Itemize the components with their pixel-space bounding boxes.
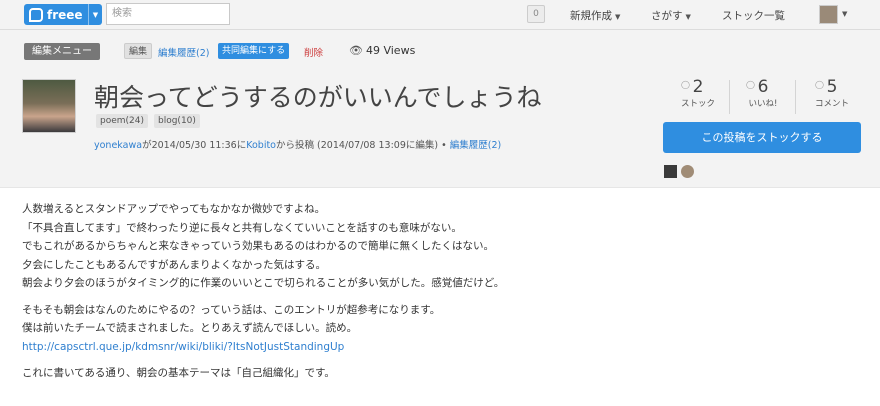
divider — [729, 80, 730, 114]
comment-icon: ◯ — [815, 80, 824, 89]
meta-history-link[interactable]: 編集履歴(2) — [450, 140, 501, 151]
edit-menu-label: 編集メニュー — [24, 43, 100, 60]
chevron-down-icon: ▼ — [685, 13, 691, 21]
stocker-avatar[interactable] — [664, 165, 677, 178]
edit-history-link[interactable]: 編集履歴(2) — [158, 45, 209, 59]
stock-post-button[interactable]: この投稿をストックする — [663, 122, 861, 153]
nav-stock-list-label: ストック一覧 — [722, 10, 785, 22]
posted-text: が2014/05/30 11:36に — [142, 140, 247, 151]
post-title: 朝会ってどうするのがいいんでしょうね — [94, 83, 542, 112]
chevron-down-icon[interactable]: ▼ — [842, 10, 847, 18]
body-line: 「不具合直してます」で終わったり逆に長々と共有しなくていいことを話すのも意味がな… — [22, 221, 462, 234]
body-line: でもこれがあるからちゃんと来なきゃっていう効果もあるのはわかるので簡単に無くした… — [22, 240, 494, 252]
chevron-down-icon[interactable]: ▼ — [88, 4, 102, 25]
comment-stat[interactable]: ◯ 5 コメント — [807, 78, 857, 109]
tag-blog[interactable]: blog(10) — [154, 114, 200, 128]
logo-text: freee — [47, 7, 83, 22]
divider — [795, 80, 796, 114]
notification-count-badge[interactable]: 0 — [527, 5, 545, 23]
top-navigation-bar: freee ▼ 検索 0 新規作成 ▼ さがす ▼ ストック一覧 ▼ — [0, 0, 880, 30]
post-header: 編集メニュー 編集 編集履歴(2) 共同編集にする 削除 👁 49 Views 朝… — [0, 30, 880, 188]
posted-suffix: から投稿 (2014/07/08 13:09に編集) • — [276, 140, 450, 151]
post-meta: yonekawaが2014/05/30 11:36にKobitoから投稿 (20… — [94, 137, 501, 151]
stock-icon: ◯ — [681, 80, 690, 89]
paragraph: これに書いてある通り、朝会の基本テーマは「自己組織化」です。 — [22, 364, 862, 383]
author-avatar[interactable] — [22, 79, 76, 133]
user-avatar[interactable] — [819, 5, 838, 24]
like-stat[interactable]: ◯ 6 いいね! — [738, 78, 788, 109]
like-icon: ◯ — [746, 80, 755, 89]
nav-new-post-label: 新規作成 — [570, 10, 612, 22]
like-label: いいね! — [748, 99, 778, 109]
eye-icon: 👁 — [349, 44, 363, 57]
comment-label: コメント — [814, 99, 849, 109]
view-count-text: 49 Views — [365, 44, 416, 57]
logo-icon — [29, 7, 43, 22]
nav-search[interactable]: さがす ▼ — [651, 8, 691, 23]
client-link[interactable]: Kobito — [246, 140, 276, 151]
body-line: 人数増えるとスタンドアップでやってもなかなか微妙ですよね。 — [22, 203, 326, 215]
body-line: 朝会より夕会のほうがタイミング的に作業のいいとこで切られることが多い気がした。感… — [22, 277, 505, 289]
nav-search-label: さがす — [651, 10, 683, 22]
paragraph: 人数増えるとスタンドアップでやってもなかなか微妙ですよね。 「不具合直してます」… — [22, 200, 862, 293]
delete-link[interactable]: 削除 — [304, 45, 323, 59]
body-line: 僕は前いたチームで読まされました。とりあえず読んでほしい。読め。 — [22, 322, 358, 334]
body-line: これに書いてある通り、朝会の基本テーマは「自己組織化」です。 — [22, 367, 335, 379]
collab-edit-button[interactable]: 共同編集にする — [218, 43, 290, 59]
paragraph: そもそも朝会はなんのためにやるの？っていう話は、このエントリが超参考になります。… — [22, 301, 862, 357]
post-body: 人数増えるとスタンドアップでやってもなかなか微妙ですよね。 「不具合直してます」… — [22, 200, 862, 391]
stock-stat[interactable]: ◯ 2 ストック — [673, 78, 723, 109]
reference-link[interactable]: http://capsctrl.que.jp/kdmsnr/wiki/bliki… — [22, 338, 862, 357]
chevron-down-icon: ▼ — [615, 13, 621, 21]
stocker-avatar[interactable] — [681, 165, 694, 178]
edit-button[interactable]: 編集 — [124, 43, 153, 59]
stock-label: ストック — [680, 99, 715, 109]
freee-logo-button[interactable]: freee ▼ — [24, 4, 102, 25]
body-line: そもそも朝会はなんのためにやるの？っていう話は、このエントリが超参考になります。 — [22, 303, 441, 316]
tag-poem[interactable]: poem(24) — [96, 114, 148, 128]
nav-stock-list[interactable]: ストック一覧 — [722, 8, 785, 23]
nav-new-post[interactable]: 新規作成 ▼ — [570, 8, 620, 23]
body-line: 夕会にしたこともあるんですがあんまりよくなかった気はする。 — [22, 258, 326, 271]
search-input[interactable]: 検索 — [106, 3, 230, 25]
view-count: 👁 49 Views — [349, 44, 415, 57]
author-link[interactable]: yonekawa — [94, 140, 142, 151]
